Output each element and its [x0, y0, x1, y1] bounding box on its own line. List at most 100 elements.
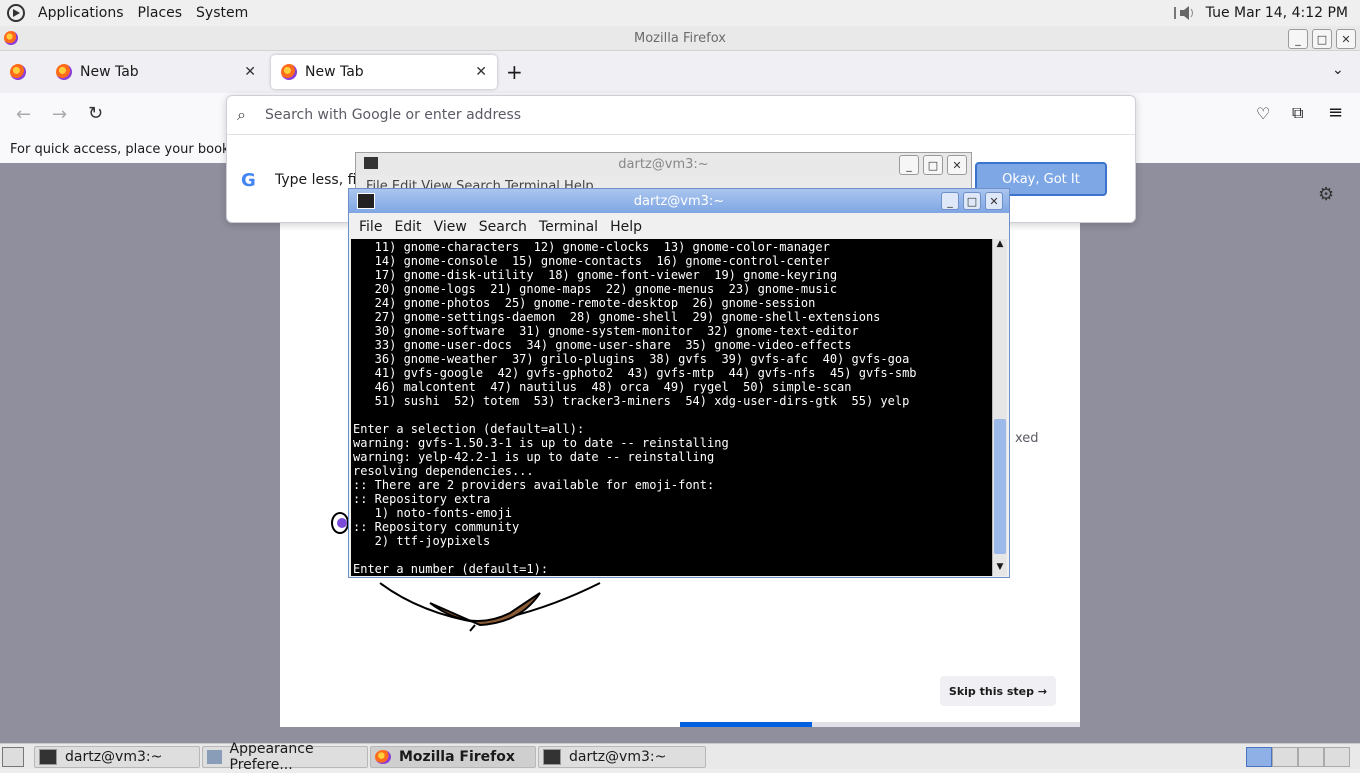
- task-label: dartz@vm3:~: [65, 749, 163, 765]
- minimize-button[interactable]: _: [1288, 29, 1308, 49]
- reload-icon[interactable]: ↻: [88, 103, 103, 124]
- terminal-menubar: File Edit View Search Terminal Help: [349, 215, 1009, 239]
- firefox-titlebar: Mozilla Firefox: [0, 26, 1360, 51]
- maximize-button[interactable]: □: [963, 192, 981, 210]
- terminal-line: 11) gnome-characters 12) gnome-clocks 13…: [353, 240, 830, 254]
- maximize-button[interactable]: □: [923, 155, 943, 175]
- task-label: Appearance Prefere...: [229, 741, 314, 773]
- menu-edit[interactable]: Edit: [394, 219, 421, 235]
- skip-step-button[interactable]: Skip this step →: [940, 676, 1056, 706]
- terminal-output[interactable]: 11) gnome-characters 12) gnome-clocks 13…: [351, 239, 993, 576]
- menu-help[interactable]: Help: [610, 219, 642, 235]
- tab-new-tab-1[interactable]: New Tab ✕: [46, 55, 266, 89]
- firefox-window-title: Mozilla Firefox: [634, 30, 726, 46]
- menu-applications[interactable]: Applications: [32, 5, 132, 21]
- bookmarks-hint: For quick access, place your bookma: [10, 142, 251, 157]
- terminal-line: warning: yelp-42.2-1 is up to date -- re…: [353, 450, 715, 464]
- terminal-line: 14) gnome-console 15) gnome-contacts 16)…: [353, 254, 830, 268]
- menu-icon[interactable]: ≡: [1328, 102, 1343, 123]
- scroll-thumb[interactable]: [994, 419, 1006, 554]
- maximize-button[interactable]: □: [1312, 29, 1332, 49]
- scroll-up-icon[interactable]: ▲: [993, 239, 1007, 253]
- bottom-taskbar: dartz@vm3:~ Appearance Prefere... Mozill…: [0, 741, 1360, 773]
- task-label: Mozilla Firefox: [399, 749, 515, 765]
- close-button[interactable]: ✕: [947, 155, 967, 175]
- task-label: dartz@vm3:~: [569, 749, 667, 765]
- workspace-1[interactable]: [1246, 747, 1272, 767]
- terminal-line: 46) malcontent 47) nautilus 48) orca 49)…: [353, 380, 852, 394]
- terminal-line: 17) gnome-disk-utility 18) gnome-font-vi…: [353, 268, 838, 282]
- extensions-icon[interactable]: ⧉: [1292, 103, 1303, 123]
- menu-search[interactable]: Search: [479, 219, 527, 235]
- firefox-view-icon[interactable]: [10, 64, 26, 80]
- terminal-icon: [364, 157, 378, 169]
- terminal-line: 2) ttf-joypixels: [353, 534, 491, 548]
- new-tab-button[interactable]: +: [506, 60, 523, 84]
- address-placeholder: Search with Google or enter address: [265, 107, 522, 123]
- terminal-line: :: Repository extra: [353, 492, 491, 506]
- terminal-window[interactable]: dartz@vm3:~ _ □ ✕ File Edit View Search …: [348, 188, 1010, 578]
- tab-label: New Tab: [305, 64, 364, 80]
- distro-logo-icon[interactable]: [6, 3, 26, 23]
- workspace-2[interactable]: [1272, 747, 1298, 767]
- suggestion-text: Type less, fin: [275, 172, 366, 188]
- terminal-line: 27) gnome-settings-daemon 28) gnome-shel…: [353, 310, 881, 324]
- panel-tray: Tue Mar 14, 4:12 PM: [1172, 0, 1348, 26]
- firefox-icon: [375, 750, 391, 764]
- menu-file[interactable]: File: [359, 219, 382, 235]
- menu-view[interactable]: View: [434, 219, 467, 235]
- onboarding-progress-fill: [680, 722, 812, 727]
- address-bar[interactable]: ⌕ Search with Google or enter address: [227, 96, 1135, 135]
- workspace-4[interactable]: [1324, 747, 1350, 767]
- close-tab-icon[interactable]: ✕: [475, 64, 487, 80]
- terminal-line: warning: gvfs-1.50.3-1 is up to date -- …: [353, 436, 729, 450]
- menu-terminal[interactable]: Terminal: [539, 219, 598, 235]
- terminal-titlebar[interactable]: dartz@vm3:~ _ □ ✕: [349, 189, 1009, 213]
- settings-gear-icon[interactable]: ⚙: [1318, 184, 1334, 205]
- terminal-back-controls: _ □ ✕: [899, 155, 967, 175]
- terminal-back-title: dartz@vm3:~: [356, 153, 971, 175]
- menu-system[interactable]: System: [190, 5, 256, 21]
- terminal-line: Enter a selection (default=all):: [353, 422, 585, 436]
- tab-new-tab-2[interactable]: New Tab ✕: [271, 55, 497, 89]
- terminal-line: resolving dependencies...: [353, 464, 534, 478]
- scroll-down-icon[interactable]: ▼: [993, 562, 1007, 576]
- list-all-tabs-icon[interactable]: ⌄: [1332, 62, 1344, 78]
- terminal-line: 41) gvfs-google 42) gvfs-gphoto2 43) gvf…: [353, 366, 917, 380]
- task-appearance-preferences[interactable]: Appearance Prefere...: [202, 741, 368, 773]
- terminal-window-controls: _ □ ✕: [941, 192, 1003, 210]
- terminal-icon: [357, 193, 375, 209]
- minimize-button[interactable]: _: [899, 155, 919, 175]
- top-panel: Applications Places System Tue Mar 14, 4…: [0, 0, 1360, 27]
- firefox-window-controls: _ □ ✕: [1288, 29, 1356, 49]
- appearance-icon: [207, 750, 222, 764]
- close-button[interactable]: ✕: [985, 192, 1003, 210]
- volume-icon[interactable]: [1172, 3, 1198, 23]
- task-firefox[interactable]: Mozilla Firefox: [370, 746, 536, 768]
- show-desktop-icon[interactable]: [2, 747, 24, 767]
- task-terminal-2[interactable]: dartz@vm3:~: [538, 746, 706, 768]
- close-tab-icon[interactable]: ✕: [244, 64, 256, 80]
- firefox-icon: [281, 64, 297, 80]
- minimize-button[interactable]: _: [941, 192, 959, 210]
- terminal-line: 24) gnome-photos 25) gnome-remote-deskto…: [353, 296, 816, 310]
- terminal-title: dartz@vm3:~: [633, 193, 725, 209]
- terminal-line: 20) gnome-logs 21) gnome-maps 22) gnome-…: [353, 282, 838, 296]
- task-terminal-1[interactable]: dartz@vm3:~: [34, 746, 200, 768]
- terminal-line: 1) noto-fonts-emoji: [353, 506, 512, 520]
- back-icon[interactable]: ←: [16, 104, 31, 125]
- forward-icon[interactable]: →: [52, 104, 67, 125]
- menu-places[interactable]: Places: [132, 5, 191, 21]
- terminal-scrollbar[interactable]: ▲ ▼: [992, 239, 1007, 576]
- terminal-icon: [39, 749, 57, 765]
- pocket-icon[interactable]: ♡: [1256, 104, 1270, 123]
- firefox-icon: [56, 64, 72, 80]
- clock[interactable]: Tue Mar 14, 4:12 PM: [1206, 5, 1348, 21]
- tab-label: New Tab: [80, 64, 139, 80]
- terminal-line: 51) sushi 52) totem 53) tracker3-miners …: [353, 394, 910, 408]
- workspace-3[interactable]: [1298, 747, 1324, 767]
- terminal-line: Enter a number (default=1):: [353, 562, 549, 576]
- tab-bar: New Tab ✕ New Tab ✕ + ⌄: [0, 51, 1360, 93]
- close-button[interactable]: ✕: [1336, 29, 1356, 49]
